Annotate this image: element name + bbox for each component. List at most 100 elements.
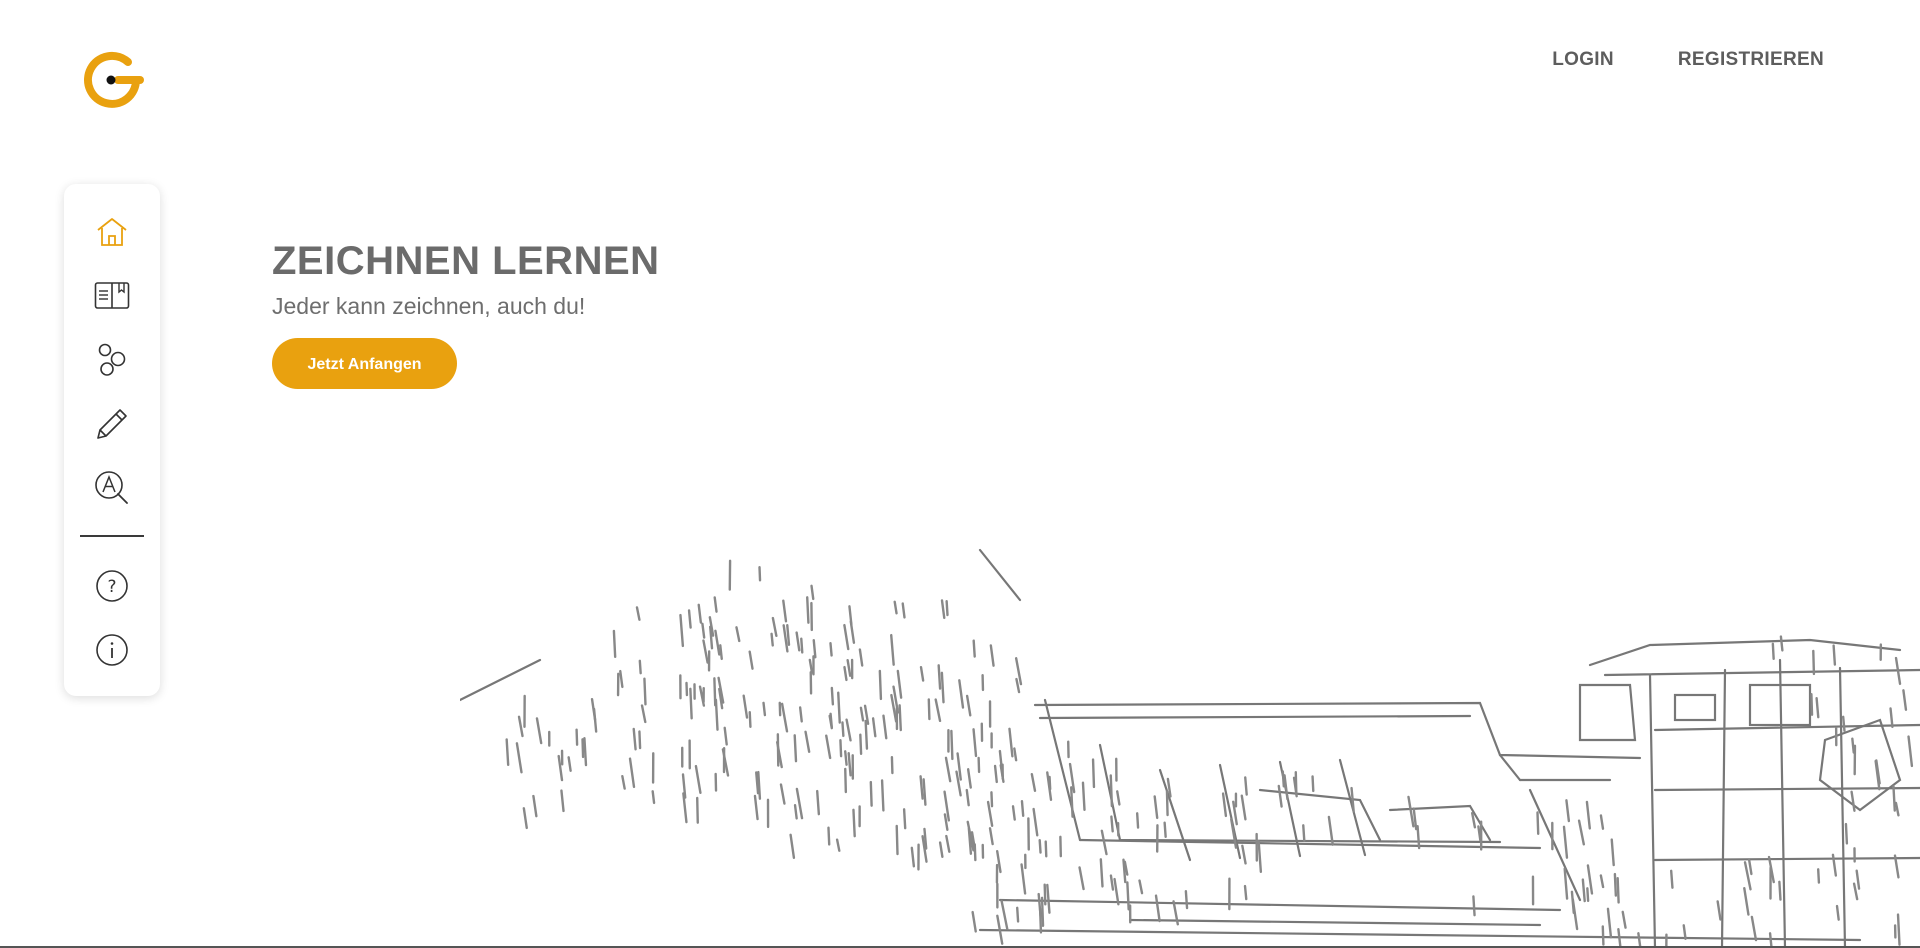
sidebar-item-home[interactable]	[94, 214, 130, 250]
sidebar-item-info[interactable]	[94, 632, 130, 668]
sketch-stroke	[505, 738, 510, 767]
sketch-stroke	[1907, 735, 1914, 768]
sketch-stroke	[1113, 877, 1120, 906]
sketch-stroke	[795, 787, 804, 820]
sketch-stroke	[1116, 790, 1121, 806]
sketch-stroke	[1810, 692, 1814, 716]
sketch-stroke	[793, 734, 798, 763]
sketch-stroke	[1283, 774, 1289, 801]
sketch-stroke	[522, 807, 528, 830]
sketch-stroke	[1562, 825, 1569, 859]
sidebar-item-community[interactable]	[94, 342, 130, 378]
sketch-stroke	[592, 707, 598, 733]
sketch-stroke	[1138, 879, 1144, 895]
svg-text:?: ?	[107, 577, 116, 597]
sketch-stroke	[1020, 799, 1025, 817]
sketch-stroke	[910, 846, 916, 868]
hero-section: ZEICHNEN LERNEN Jeder kann zeichnen, auc…	[272, 238, 660, 389]
sketch-stroke	[1040, 896, 1045, 928]
sketch-stroke	[1616, 876, 1620, 904]
sketch-stroke	[919, 665, 925, 682]
sketch-stroke	[638, 659, 642, 675]
sketch-stroke	[1281, 770, 1285, 788]
g-logo-icon[interactable]	[78, 46, 146, 114]
sketch-stroke	[1311, 775, 1315, 793]
sketch-stroke	[1855, 869, 1861, 890]
sketch-stroke	[581, 738, 585, 759]
sketch-stroke	[798, 706, 803, 723]
sketch-stroke	[896, 669, 903, 699]
sketch-stroke	[972, 728, 978, 758]
sketch-stroke	[1779, 635, 1784, 652]
sketch-stroke	[989, 644, 995, 667]
sketch-stroke	[1743, 886, 1750, 916]
sketch-stroke	[1277, 784, 1283, 808]
sketch-stroke	[1302, 824, 1306, 842]
sketch-stroke	[844, 750, 848, 766]
sketch-stroke	[919, 775, 924, 800]
sketch-stroke	[1416, 824, 1421, 850]
sketch-stroke	[560, 789, 565, 813]
sketch-stroke	[1565, 799, 1571, 823]
sketch-stroke	[1570, 890, 1575, 914]
register-link[interactable]: REGISTRIEREN	[1678, 49, 1824, 71]
sketch-stroke	[714, 629, 721, 656]
sidebar-item-draw[interactable]	[94, 406, 130, 442]
sketch-stroke	[945, 600, 949, 617]
sketch-stroke	[852, 808, 856, 838]
sketch-stroke	[878, 669, 883, 701]
sketch-stroke	[793, 804, 798, 820]
sketch-stroke	[619, 669, 624, 689]
sketch-stroke	[898, 704, 902, 732]
sketch-stroke	[845, 718, 852, 742]
sketch-stroke	[825, 734, 832, 760]
sketch-stroke	[1126, 881, 1130, 911]
sketch-stroke	[1153, 795, 1159, 820]
sketch-stroke	[517, 715, 524, 738]
sketch-stroke	[713, 596, 718, 613]
book-icon	[94, 282, 130, 309]
sketch-stroke	[786, 623, 791, 646]
info-icon	[96, 634, 128, 666]
sketch-stroke	[1815, 696, 1820, 719]
login-link[interactable]: LOGIN	[1552, 49, 1614, 71]
sketch-stroke	[1889, 707, 1894, 729]
sketch-stroke	[938, 841, 944, 859]
sketch-stroke	[689, 687, 693, 720]
sketch-stroke	[1030, 772, 1037, 792]
sidebar: ?	[64, 184, 160, 696]
sketch-stroke	[1841, 715, 1846, 732]
sketch-stroke	[800, 637, 804, 654]
sketch-stroke	[1043, 883, 1047, 906]
sketch-stroke	[780, 702, 789, 733]
sketch-stroke	[1015, 677, 1021, 694]
sketch-stroke	[612, 629, 617, 659]
sketch-stroke	[937, 664, 942, 690]
sketch-stroke	[697, 603, 703, 624]
sketch-stroke	[859, 706, 865, 722]
sketch-stroke	[696, 796, 699, 824]
sketch-stroke	[846, 658, 852, 677]
sketch-stroke	[1894, 801, 1900, 817]
sketch-stroke	[972, 639, 976, 658]
sketch-stroke	[1243, 884, 1248, 901]
sketch-stroke	[1135, 812, 1140, 829]
sketch-stroke	[515, 742, 523, 774]
sketch-stroke	[1407, 795, 1415, 828]
sketch-stroke	[1682, 924, 1687, 941]
pencil-icon	[97, 409, 127, 439]
sketch-stroke	[628, 757, 636, 789]
sidebar-item-search[interactable]	[94, 470, 130, 506]
sketch-stroke	[849, 620, 856, 644]
sketch-stroke	[922, 778, 927, 806]
sketch-stroke	[859, 733, 863, 755]
sketch-stroke	[748, 711, 752, 728]
sketch-stroke	[843, 623, 850, 651]
start-button[interactable]: Jetzt Anfangen	[272, 338, 457, 389]
sketch-stroke	[893, 600, 898, 615]
sketch-stroke	[1747, 858, 1753, 876]
sidebar-item-courses[interactable]	[94, 278, 130, 314]
sidebar-item-help[interactable]: ?	[94, 568, 130, 604]
sketch-stroke	[971, 910, 977, 933]
sketch-stroke	[988, 827, 994, 846]
